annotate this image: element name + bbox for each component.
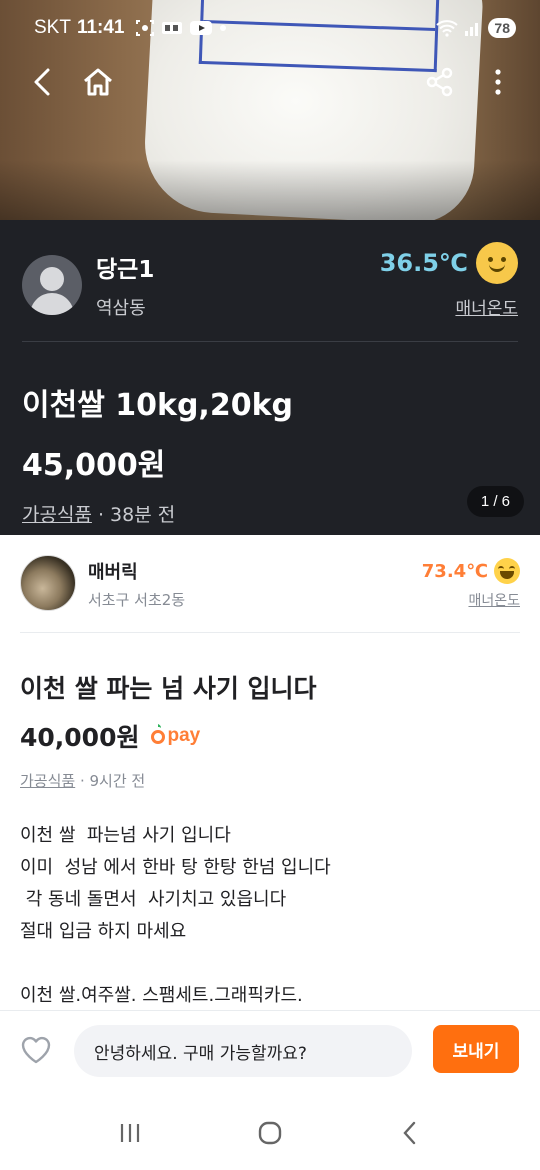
image-pager-badge: 1 / 6: [466, 486, 524, 517]
post-price: 40,000원: [20, 723, 140, 752]
back-button[interactable]: [20, 62, 64, 106]
embedded-temp-value: 36.5℃: [379, 249, 468, 277]
carrot-pay-icon: [151, 723, 166, 749]
daangn-pay-badge: pay: [151, 723, 200, 749]
carrier-label: SKT: [34, 17, 71, 38]
embedded-seller-location: 역삼동: [96, 298, 146, 319]
seller-profile[interactable]: 매버릭 서초구 서초2동 73.4℃ 매너온도: [20, 555, 520, 613]
photo-gradient: [0, 160, 540, 220]
system-home-button[interactable]: [240, 1110, 300, 1160]
chat-bottom-bar: 보내기: [0, 1010, 540, 1090]
chat-message-input[interactable]: [74, 1025, 412, 1077]
embedded-manner-label: 매너온도: [455, 299, 518, 319]
manner-temperature[interactable]: 73.4℃ 매너온도: [422, 558, 520, 610]
post-time-ago: 9시간 전: [89, 772, 146, 790]
embedded-listing-title: 이천쌀 10kg,20kg: [22, 388, 293, 423]
system-back-button[interactable]: [380, 1110, 440, 1160]
manner-temp-label[interactable]: 매너온도: [422, 590, 520, 610]
wifi-icon: [436, 19, 459, 37]
app-bar: [0, 56, 540, 112]
youtube-icon: [189, 19, 213, 37]
recent-apps-icon: [118, 1122, 142, 1148]
post-price-row: 40,000원 pay: [20, 718, 200, 754]
send-button[interactable]: 보내기: [433, 1025, 519, 1073]
smile-face-icon: [476, 242, 518, 284]
more-button[interactable]: [476, 62, 520, 106]
recent-apps-button[interactable]: [100, 1110, 160, 1160]
more-icon: [494, 68, 502, 100]
embedded-time-ago: 38분 전: [110, 504, 176, 526]
notification-icon: [161, 20, 183, 36]
laughing-face-icon: [494, 558, 520, 584]
like-button[interactable]: [20, 1035, 54, 1069]
seller-location: 서초구 서초2동: [88, 591, 186, 609]
signal-icon: [464, 19, 482, 37]
embedded-seller-name: 당근1: [96, 257, 155, 283]
pay-label: pay: [167, 725, 201, 746]
embedded-manner-temp: 36.5℃ 매너온도: [380, 242, 518, 319]
share-icon: [425, 67, 455, 101]
embedded-listing-meta: 가공식품 · 38분 전: [22, 500, 175, 527]
embedded-listing-card[interactable]: 당근1 역삼동 36.5℃ 매너온도 이천쌀 10kg,20kg 45,000원…: [0, 220, 540, 535]
system-nav-bar: [0, 1100, 540, 1170]
embedded-listing-price: 45,000원: [22, 448, 166, 483]
divider: [20, 632, 520, 633]
embedded-seller: 당근1 역삼동: [22, 250, 154, 320]
post-title: 이천 쌀 파는 넘 사기 입니다: [20, 674, 317, 703]
divider: [22, 341, 518, 342]
seller-avatar[interactable]: [20, 555, 76, 611]
post-body: 이천 쌀 파는넘 사기 입니다 이미 성남 에서 한바 탕 한탕 한넘 입니다 …: [20, 825, 331, 1006]
back-icon: [29, 67, 55, 101]
meta-separator: ·: [91, 504, 111, 526]
system-back-icon: [400, 1120, 420, 1150]
post-category[interactable]: 가공식품: [20, 772, 75, 790]
share-button[interactable]: [418, 62, 462, 106]
seller-name[interactable]: 매버릭: [88, 558, 138, 584]
clock: 11:41: [76, 17, 125, 38]
default-avatar: [22, 255, 82, 315]
system-home-icon: [257, 1120, 283, 1150]
home-button[interactable]: [76, 62, 120, 106]
battery-indicator: 78: [488, 18, 516, 38]
post-meta: 가공식품 · 9시간 전: [20, 770, 145, 791]
screen-record-icon: [135, 19, 155, 37]
meta-separator: ·: [75, 772, 90, 790]
heart-icon: [20, 1036, 52, 1069]
embedded-category: 가공식품: [22, 504, 92, 526]
manner-temp-value: 73.4℃: [421, 560, 488, 582]
home-icon: [82, 67, 114, 101]
dot-icon: [219, 24, 227, 32]
status-bar: SKT 11:41 78: [0, 0, 540, 56]
